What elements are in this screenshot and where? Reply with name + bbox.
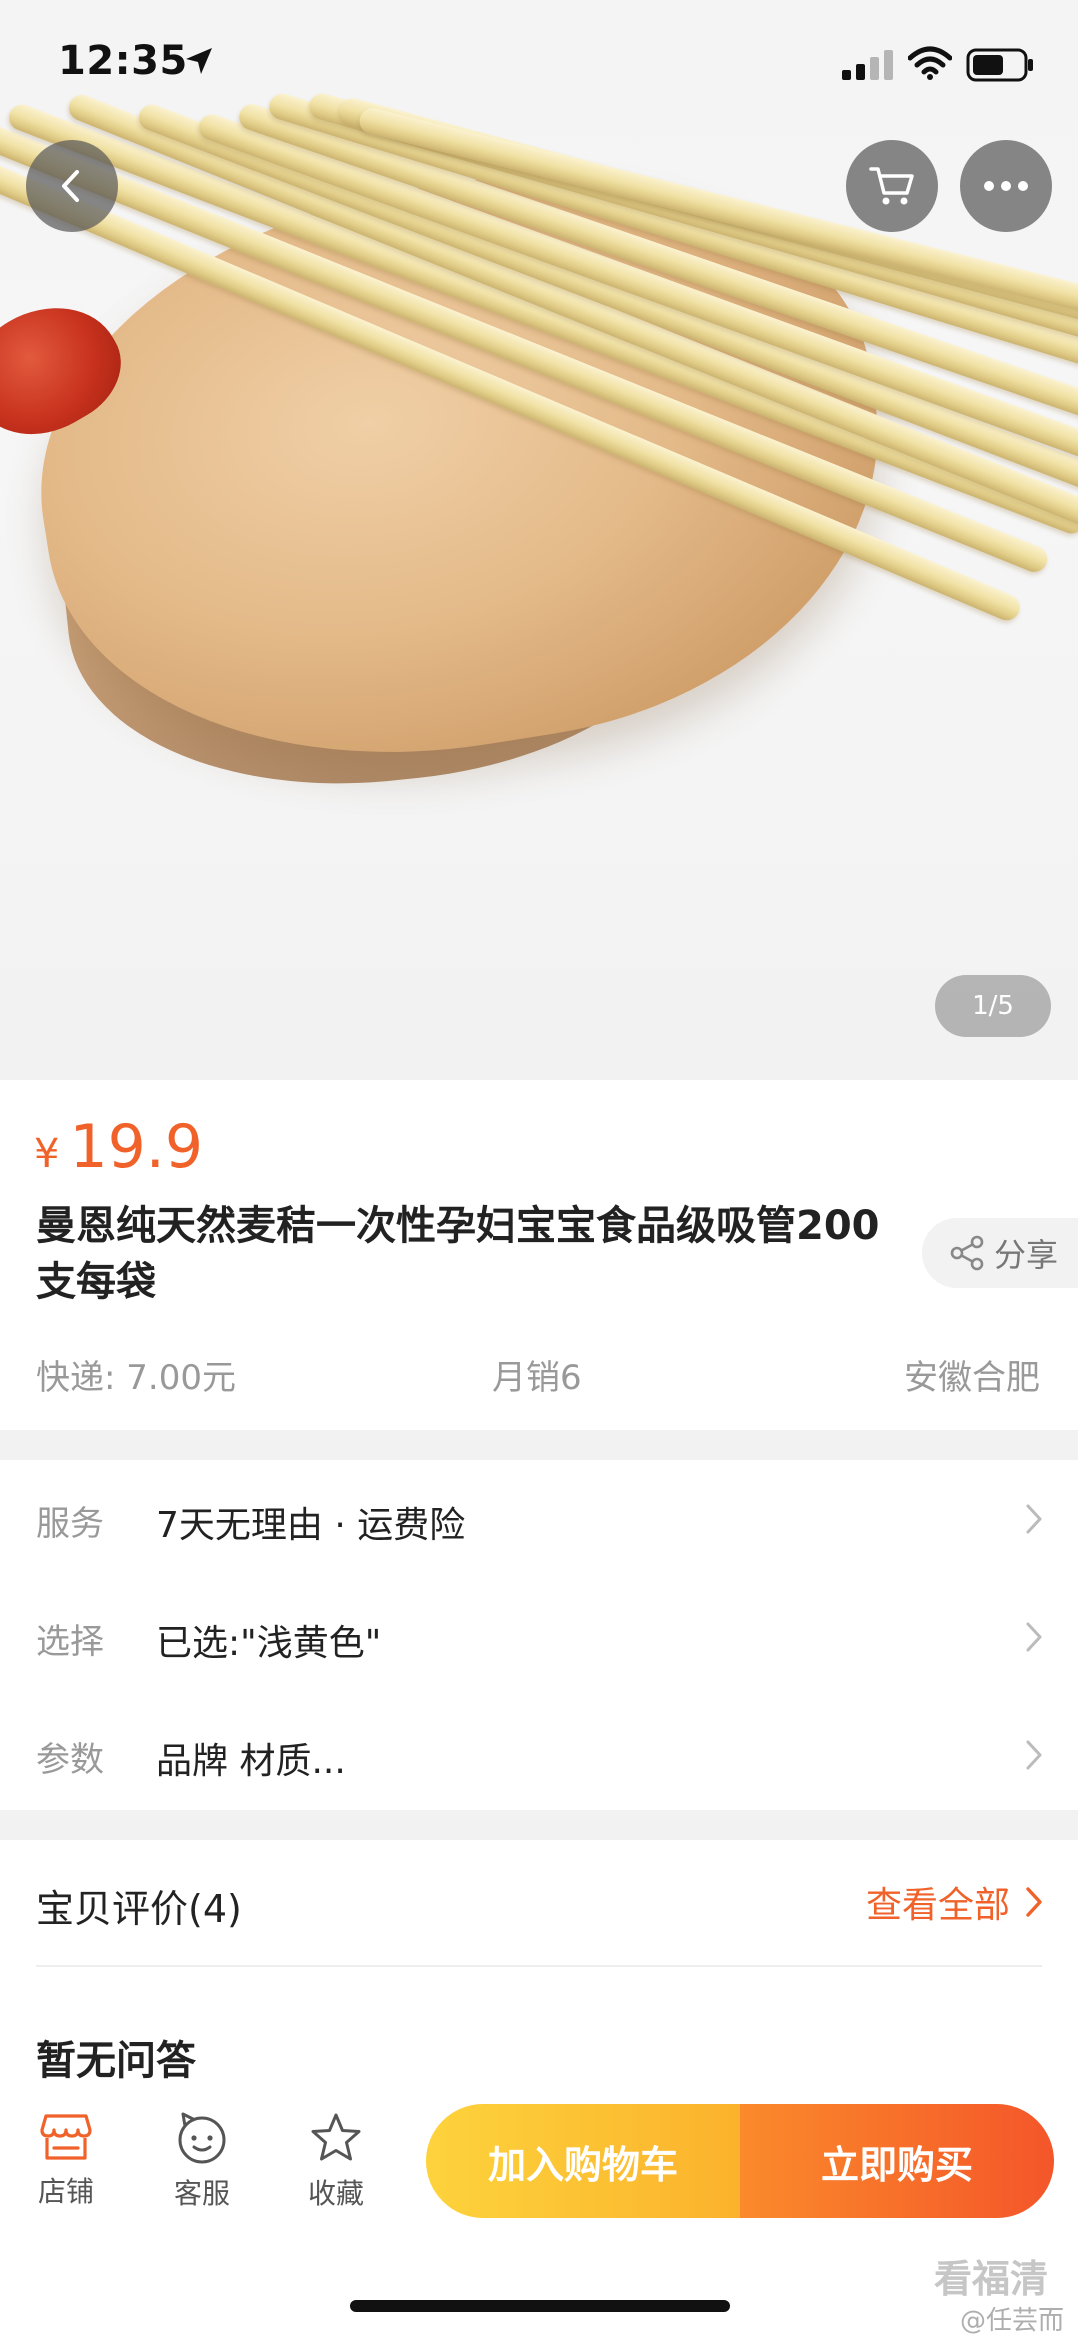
customer-service-icon xyxy=(178,2112,226,2164)
back-button[interactable] xyxy=(26,140,118,232)
attr-label: 选择 xyxy=(36,1622,104,1662)
attr-value: 已选:"浅黄色" xyxy=(156,1623,382,1664)
attr-row-service[interactable]: 服务 7天无理由 · 运费险 xyxy=(0,1460,1078,1578)
customer-service-button[interactable]: 客服 xyxy=(142,2112,262,2212)
product-image[interactable]: 1/5 xyxy=(0,0,1078,1080)
chevron-right-icon xyxy=(1026,1887,1042,1917)
image-page-indicator: 1/5 xyxy=(935,975,1051,1037)
chevron-right-icon xyxy=(1026,1622,1042,1652)
qa-empty-text: 暂无问答 xyxy=(36,2038,196,2084)
share-button[interactable]: 分享 xyxy=(922,1218,1078,1288)
watermark-brand: 看福清 xyxy=(933,2257,1048,2301)
chevron-left-icon xyxy=(62,170,79,202)
view-all-reviews-link[interactable]: 查看全部 xyxy=(866,1876,1044,1928)
store-icon xyxy=(40,2114,92,2160)
battery-icon xyxy=(966,48,1033,82)
attr-value: 7天无理由 · 运费险 xyxy=(156,1505,466,1546)
shipping-fee: 快递: 7.00元 xyxy=(36,1358,236,1398)
add-to-cart-button[interactable]: 加入购物车 xyxy=(426,2104,740,2218)
attributes-card: 服务 7天无理由 · 运费险 选择 已选:"浅黄色" 参数 品牌 材质... xyxy=(0,1460,1078,1810)
attr-row-selection[interactable]: 选择 已选:"浅黄色" xyxy=(0,1578,1078,1696)
attr-label: 服务 xyxy=(36,1504,104,1544)
location-arrow-icon xyxy=(186,48,212,74)
currency-symbol: ¥ xyxy=(34,1131,60,1177)
chevron-right-icon xyxy=(1026,1504,1042,1534)
monthly-sales: 月销6 xyxy=(492,1358,582,1398)
ship-from-location: 安徽合肥 xyxy=(904,1358,1040,1398)
attr-value: 品牌 材质... xyxy=(156,1741,346,1782)
reviews-title: 宝贝评价(4) xyxy=(36,1887,242,1931)
wifi-icon xyxy=(908,46,952,80)
favorite-button[interactable]: 收藏 xyxy=(276,2112,396,2212)
cart-icon xyxy=(869,167,914,205)
more-icon xyxy=(984,181,1028,191)
status-bar: 12:35 xyxy=(0,0,1078,130)
product-title: 曼恩纯天然麦秸一次性孕妇宝宝食品级吸管200支每袋 xyxy=(36,1203,880,1305)
view-all-label: 查看全部 xyxy=(865,1885,1010,1926)
product-price: ¥ 19.9 xyxy=(34,1112,203,1182)
watermark-handle: @任芸而 xyxy=(959,2306,1064,2336)
more-button[interactable] xyxy=(960,140,1052,232)
chevron-right-icon xyxy=(1026,1740,1042,1770)
price-value: 19.9 xyxy=(69,1112,204,1182)
favorite-label: 收藏 xyxy=(307,2177,364,2210)
store-button[interactable]: 店铺 xyxy=(6,2112,126,2210)
star-icon xyxy=(311,2113,361,2161)
store-label: 店铺 xyxy=(37,2175,94,2208)
cart-button[interactable] xyxy=(846,140,938,232)
divider xyxy=(36,1965,1042,1967)
attr-row-parameters[interactable]: 参数 品牌 材质... xyxy=(0,1696,1078,1814)
home-indicator[interactable] xyxy=(350,2300,730,2312)
purchase-actions: 加入购物车 立即购买 xyxy=(426,2104,1054,2218)
status-time: 12:35 xyxy=(58,38,188,84)
buy-now-button[interactable]: 立即购买 xyxy=(740,2104,1054,2218)
share-label: 分享 xyxy=(994,1236,1059,1274)
share-icon xyxy=(950,1235,984,1271)
customer-service-label: 客服 xyxy=(173,2177,230,2210)
attr-label: 参数 xyxy=(36,1740,104,1780)
cellular-signal-icon xyxy=(842,50,893,80)
